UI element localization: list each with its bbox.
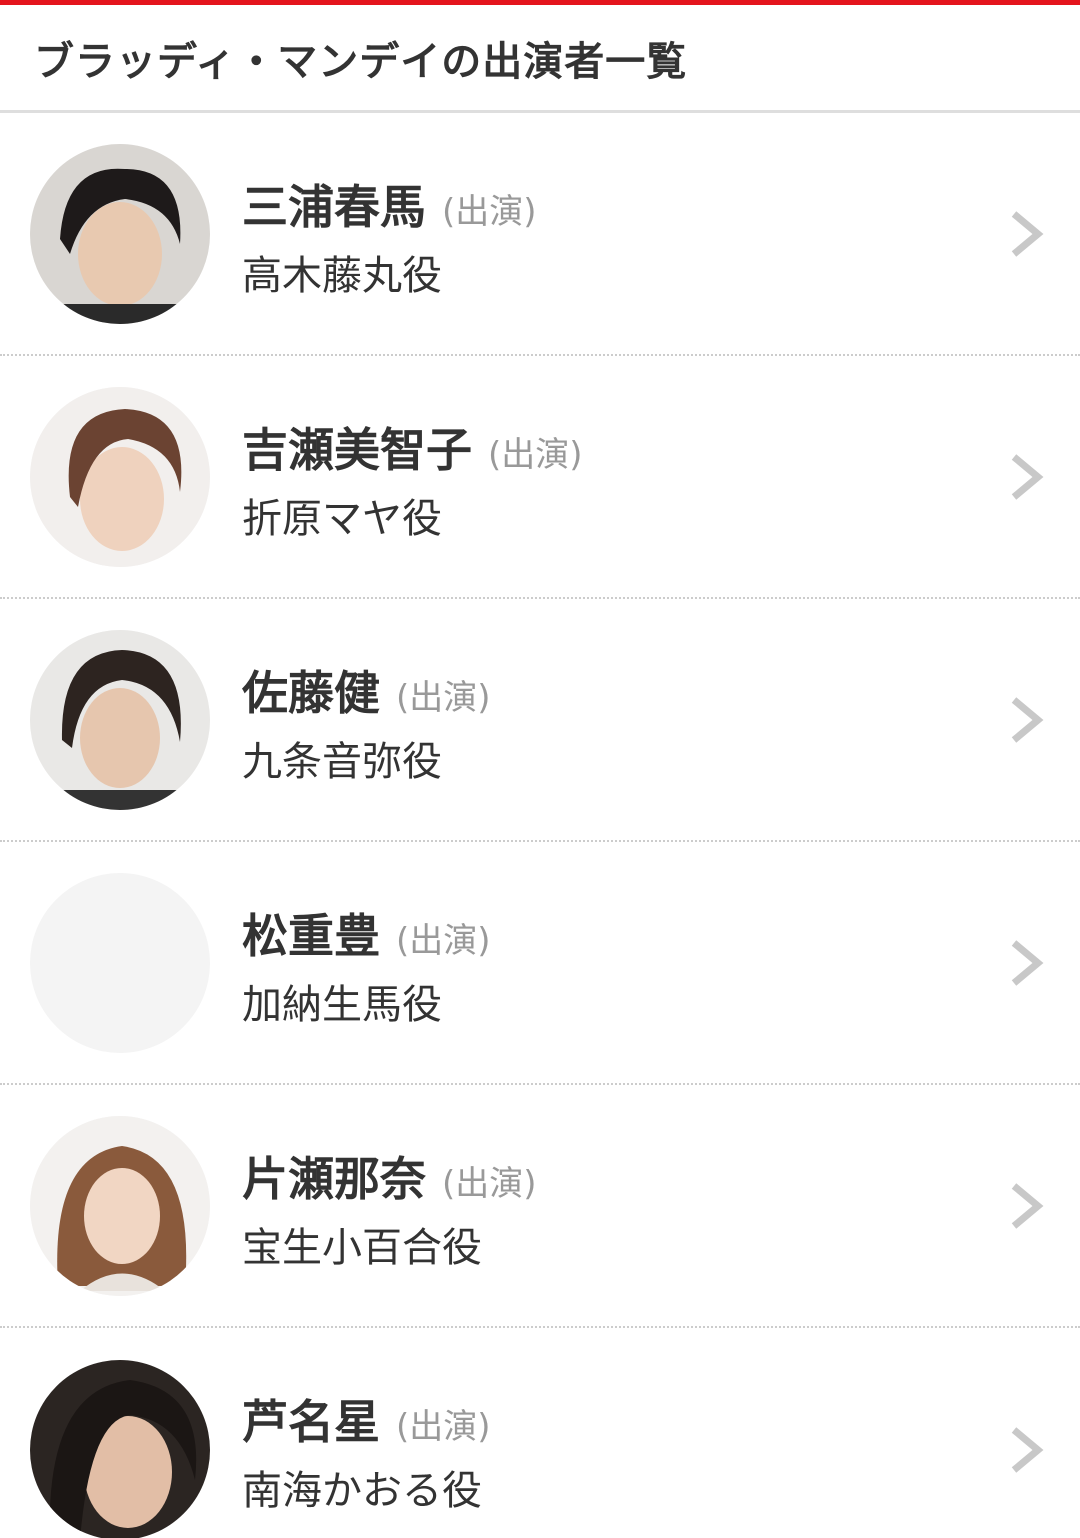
cast-row[interactable]: 佐藤健 (出演) 九条音弥役 (0, 599, 1080, 842)
cast-row[interactable]: 三浦春馬 (出演) 高木藤丸役 (0, 113, 1080, 356)
credit-type: (出演) (396, 921, 491, 961)
actor-name: 佐藤健 (242, 666, 380, 720)
chevron-right-icon (1011, 453, 1044, 500)
role-name: 九条音弥役 (242, 739, 442, 785)
chevron-right-icon (1011, 939, 1044, 986)
credit-type: (出演) (488, 435, 583, 475)
chevron-right-icon (1011, 210, 1044, 257)
cast-list: 三浦春馬 (出演) 高木藤丸役 吉瀬美智子 (出演) 折原マヤ役 佐藤健 (出演… (0, 113, 1080, 1538)
actor-name: 三浦春馬 (242, 180, 426, 234)
role-name: 加納生馬役 (242, 982, 442, 1028)
credit-type: (出演) (442, 192, 537, 232)
actor-photo (30, 1115, 210, 1296)
actor-avatar (30, 1115, 210, 1296)
credit-type: (出演) (442, 1164, 537, 1204)
cast-row[interactable]: 芦名星 (出演) 南海かおる役 (0, 1328, 1080, 1538)
actor-name: 芦名星 (242, 1395, 380, 1449)
actor-photo (30, 143, 210, 324)
chevron-right-icon (1011, 1426, 1044, 1473)
role-name: 折原マヤ役 (242, 496, 442, 542)
avatar-placeholder (30, 872, 210, 1053)
role-name: 南海かおる役 (242, 1468, 482, 1514)
credit-type: (出演) (396, 678, 491, 718)
actor-name: 片瀬那奈 (242, 1152, 426, 1206)
actor-name: 吉瀬美智子 (242, 423, 472, 477)
cast-row[interactable]: 松重豊 (出演) 加納生馬役 (0, 842, 1080, 1085)
chevron-right-icon (1011, 696, 1044, 743)
actor-avatar (30, 143, 210, 324)
role-name: 宝生小百合役 (242, 1225, 482, 1271)
role-name: 高木藤丸役 (242, 253, 442, 299)
actor-photo (30, 386, 210, 567)
cast-row[interactable]: 吉瀬美智子 (出演) 折原マヤ役 (0, 356, 1080, 599)
actor-avatar (30, 386, 210, 567)
page-header: ブラッディ・マンデイの出演者一覧 (0, 5, 1080, 113)
actor-name: 松重豊 (242, 909, 380, 963)
chevron-right-icon (1011, 1182, 1044, 1229)
cast-row[interactable]: 片瀬那奈 (出演) 宝生小百合役 (0, 1085, 1080, 1328)
actor-photo (30, 1359, 210, 1538)
page-title: ブラッディ・マンデイの出演者一覧 (34, 38, 688, 85)
actor-avatar (30, 629, 210, 810)
actor-photo (30, 629, 210, 810)
credit-type: (出演) (396, 1407, 491, 1447)
actor-avatar (30, 1359, 210, 1538)
